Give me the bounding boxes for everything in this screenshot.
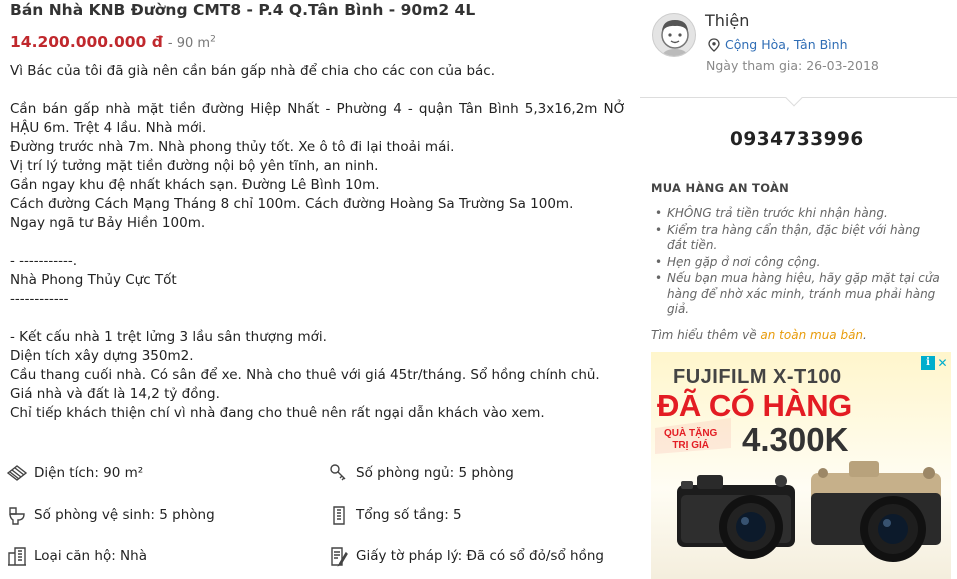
param-floors: Tổng số tầng: 5 <box>328 504 462 526</box>
safety-title: MUA HÀNG AN TOÀN <box>651 181 790 195</box>
description-line: Giá nhà và đất là 14,2 tỷ đồng. <box>10 386 220 402</box>
ad-close-icon[interactable]: ✕ <box>936 356 949 370</box>
ad-gift-line-1: QUÀ TẶNG <box>664 428 718 439</box>
param-type: Loại căn hộ: Nhà <box>6 545 147 567</box>
description-line: Nhà Phong Thủy Cực Tốt <box>10 272 177 288</box>
param-bedrooms-label: Số phòng ngủ: 5 phòng <box>356 465 514 481</box>
ad-info-icon[interactable]: i <box>921 356 935 370</box>
learn-more: Tìm hiểu thêm về an toàn mua bán. <box>651 328 867 342</box>
param-bedrooms: Số phòng ngủ: 5 phòng <box>328 462 514 484</box>
toilet-icon <box>6 504 28 526</box>
learn-more-suffix: . <box>863 328 867 342</box>
description-line: Chỉ tiếp khách thiện chí vì nhà đang cho… <box>10 405 545 421</box>
param-area-label: Diện tích: 90 m² <box>34 465 144 481</box>
safety-tip: KHÔNG trả tiền trước khi nhận hàng. <box>651 206 941 222</box>
description-line: ------------ <box>10 291 69 307</box>
description-line <box>10 81 626 100</box>
document-pen-icon <box>328 545 350 567</box>
ad-brand: FUJIFILM X-T100 <box>673 366 842 388</box>
description-line: Vì Bác của tôi đã già nên cần bán gấp nh… <box>10 63 496 79</box>
seller-name[interactable]: Thiện <box>705 11 749 30</box>
black-camera <box>677 475 795 559</box>
description-line: Cần bán gấp nhà mặt tiền đường Hiệp Nhất… <box>10 101 626 136</box>
location-pin-icon <box>708 37 720 52</box>
safety-tip: Kiểm tra hàng cẩn thận, đặc biệt với hàn… <box>651 223 941 254</box>
param-bathrooms: Số phòng vệ sinh: 5 phòng <box>6 504 215 526</box>
ad-gift-label: QUÀ TẶNG TRỊ GIÁ <box>664 428 717 452</box>
seller-location[interactable]: Cộng Hòa, Tân Bình <box>708 37 848 52</box>
area-unit-sup: 2 <box>210 34 216 45</box>
price-row: 14.200.000.000 đ - 90 m2 <box>10 32 216 51</box>
param-area: Diện tích: 90 m² <box>6 462 143 484</box>
description-line <box>10 309 626 328</box>
apartment-icon <box>6 545 28 567</box>
seller-joined-date: Ngày tham gia: 26-03-2018 <box>706 58 879 73</box>
ad-banner[interactable]: FUJIFILM X-T100 ĐÃ CÓ HÀNG QUÀ TẶNG TRỊ G… <box>651 352 951 579</box>
param-legal-label: Giấy tờ pháp lý: Đã có sổ đỏ/sổ hồng <box>356 548 604 564</box>
param-legal: Giấy tờ pháp lý: Đã có sổ đỏ/sổ hồng <box>328 545 604 567</box>
seller-location-label: Cộng Hòa, Tân Bình <box>725 37 848 52</box>
description-line <box>10 233 626 252</box>
description-line: Cách đường Cách Mạng Tháng 8 chỉ 100m. C… <box>10 196 574 212</box>
param-floors-label: Tổng số tầng: 5 <box>356 507 462 523</box>
key-icon <box>328 462 350 484</box>
safety-tip: Hẹn gặp ở nơi công cộng. <box>651 255 941 271</box>
listing-price: 14.200.000.000 đ <box>10 33 163 51</box>
avatar[interactable] <box>652 13 696 57</box>
description-line: - Kết cấu nhà 1 trệt lửng 3 lầu sân thượ… <box>10 329 327 345</box>
description-line: Diện tích xây dựng 350m2. <box>10 348 194 364</box>
silver-camera <box>811 461 941 562</box>
description-line: Cầu thang cuối nhà. Có sân để xe. Nhà ch… <box>10 367 600 383</box>
description-line: Đường trước nhà 7m. Nhà phong thủy tốt. … <box>10 139 455 155</box>
building-icon <box>328 504 350 526</box>
description-line: Ngay ngã tư Bảy Hiền 100m. <box>10 215 206 231</box>
ad-headline: ĐÃ CÓ HÀNG <box>657 388 852 423</box>
seller-phone[interactable]: 0934733996 <box>730 129 864 150</box>
listing-main: Bán Nhà KNB Đường CMT8 - P.4 Q.Tân Bình … <box>0 0 640 579</box>
description-line: - -----------. <box>10 253 78 269</box>
safety-tips: KHÔNG trả tiền trước khi nhận hàng. Kiểm… <box>651 206 941 319</box>
listing-title: Bán Nhà KNB Đường CMT8 - P.4 Q.Tân Bình … <box>10 1 476 19</box>
area-value: - 90 m <box>167 36 211 51</box>
seller-sidebar: Thiện Cộng Hòa, Tân Bình Ngày tham gia: … <box>640 0 957 579</box>
ad-gift-value: 4.300K <box>742 421 849 458</box>
camera-product-image <box>677 461 941 562</box>
safety-tip: Nếu bạn mua hàng hiệu, hãy gặp mặt tại c… <box>651 271 941 318</box>
floor-area-icon <box>6 462 28 484</box>
learn-more-prefix: Tìm hiểu thêm về <box>651 328 761 342</box>
listing-description: Vì Bác của tôi đã già nên cần bán gấp nh… <box>10 62 626 423</box>
description-line: Vị trí lý tưởng mặt tiền đường nội bộ yê… <box>10 158 379 174</box>
listing-area: - 90 m2 <box>167 34 216 51</box>
param-type-label: Loại căn hộ: Nhà <box>34 548 147 564</box>
description-line: Gần ngay khu đệ nhất khách sạn. Đường Lê… <box>10 177 380 193</box>
param-bathrooms-label: Số phòng vệ sinh: 5 phòng <box>34 507 215 523</box>
divider-notch <box>785 89 803 107</box>
safe-trading-link[interactable]: an toàn mua bán <box>760 328 863 342</box>
ad-gift-line-2: TRỊ GIÁ <box>672 440 709 451</box>
